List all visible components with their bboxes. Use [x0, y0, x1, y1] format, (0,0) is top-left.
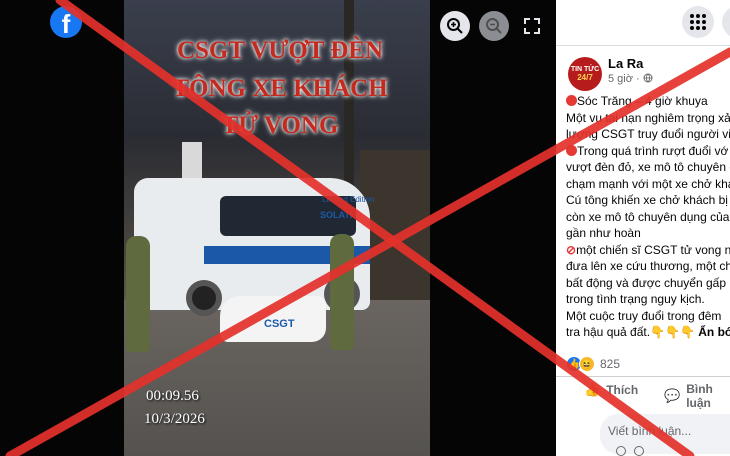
post-line: lượng CSGT truy đuổi người vi: [566, 127, 730, 141]
reaction-count: 825: [600, 357, 621, 371]
like-button[interactable]: 👍 Thích: [584, 382, 638, 398]
post-line: tra hậu quả đất.👇👇👇 Ẩn bớt: [566, 324, 730, 341]
comment-tools: [616, 446, 644, 456]
officer-right: [330, 234, 354, 350]
post-actions: 👍 Thích 💬 Bình luận: [556, 376, 730, 410]
overlay-title-line-1: CSGT VƯỢT ĐÈN: [176, 37, 384, 64]
building: [360, 150, 430, 300]
post-line: Cú tông khiến xe chở khách bị: [566, 193, 728, 207]
globe-icon: [643, 73, 653, 83]
post-line: chạm mạnh với một xe chở khá: [566, 176, 730, 191]
post-line: bất động và được chuyển gấp: [566, 275, 727, 290]
top-bar: [556, 0, 730, 46]
post-body: Sóc Trăng – 4 giờ khuya Một vụ tai nạn n…: [566, 93, 730, 341]
comment-button[interactable]: 💬 Bình luận: [664, 382, 730, 410]
post-line: ⊘một chiến sĩ CSGT tử vong n: [566, 242, 730, 257]
timestamp-time: 00:09.56: [146, 388, 199, 404]
timestamp-date: 10/3/2026: [144, 411, 205, 427]
facebook-logo-icon[interactable]: f: [50, 6, 82, 39]
van-brand-text: SOLATI: [320, 210, 353, 220]
motorbike-label: CSGT: [264, 318, 295, 330]
haha-reaction-icon: 😆: [579, 356, 595, 372]
comment-label: Bình luận: [686, 382, 713, 410]
camera-icon[interactable]: [634, 446, 644, 456]
post-panel: TIN TỨC 24/7 La Ra 5 giờ · Sóc Trăng – 4…: [556, 0, 730, 456]
zoom-in-button[interactable]: [440, 11, 470, 41]
post-line: trong tình trạng nguy kịch.: [566, 292, 705, 306]
post-time-text: 5 giờ ·: [608, 73, 640, 85]
post-line: Một vụ tai nạn nghiêm trọng xả: [566, 110, 730, 125]
page-avatar[interactable]: TIN TỨC 24/7: [568, 57, 602, 91]
post-time[interactable]: 5 giờ ·: [608, 73, 653, 85]
grid-menu-icon: [690, 14, 706, 30]
post-line: Một cuộc truy đuổi trong đêm: [566, 308, 722, 323]
van-wheel-front: [186, 280, 222, 316]
zoom-in-icon: [447, 18, 463, 34]
reaction-summary[interactable]: 👍 😆 825: [566, 356, 620, 372]
thumbs-up-icon: 👍: [584, 382, 601, 397]
comment-bubble-icon: 💬: [664, 388, 681, 403]
post-line: gần như hoàn: [566, 226, 641, 240]
avatar-text: TIN TỨC: [570, 66, 600, 73]
no-entry-icon: [566, 144, 577, 156]
officer-left: [126, 236, 150, 352]
menu-button[interactable]: [682, 6, 714, 38]
photo-viewer: f Limited Edition SOLATI CSGT CSGT VƯỢT …: [0, 0, 556, 456]
see-less-link[interactable]: Ẩn bớt: [698, 325, 730, 339]
overlay-title-line-3: TỬ VONG: [221, 112, 339, 139]
post-line: đưa lên xe cứu thương, một chi: [566, 259, 730, 273]
red-circle-icon: [566, 95, 577, 106]
post-line: Trong quá trình rượt đuổi vớ: [566, 143, 730, 160]
overlay-title-line-2: TÔNG XE KHÁCH: [172, 75, 388, 102]
post-author[interactable]: La Ra: [608, 56, 643, 71]
post-line: vượt đèn đỏ, xe mô tô chuyên c: [566, 160, 730, 174]
zoom-out-button[interactable]: [479, 11, 509, 41]
post-line: còn xe mô tô chuyên dụng của: [566, 209, 730, 224]
avatar-subtext: 24/7: [577, 72, 593, 82]
van-badge-text: Limited Edition: [322, 195, 375, 204]
like-label: Thích: [606, 383, 639, 397]
pointing-down-emoji-icon: 👇👇👇: [650, 325, 695, 339]
post-line: Sóc Trăng – 4 giờ khuya: [566, 93, 730, 110]
fullscreen-button[interactable]: [517, 11, 547, 41]
messenger-button[interactable]: [722, 6, 730, 38]
prohibited-icon: ⊘: [566, 242, 577, 257]
zoom-out-icon: [486, 18, 502, 34]
fullscreen-icon: [524, 18, 540, 34]
emoji-icon[interactable]: [616, 446, 626, 456]
comment-placeholder: Viết bình luận...: [608, 424, 692, 438]
